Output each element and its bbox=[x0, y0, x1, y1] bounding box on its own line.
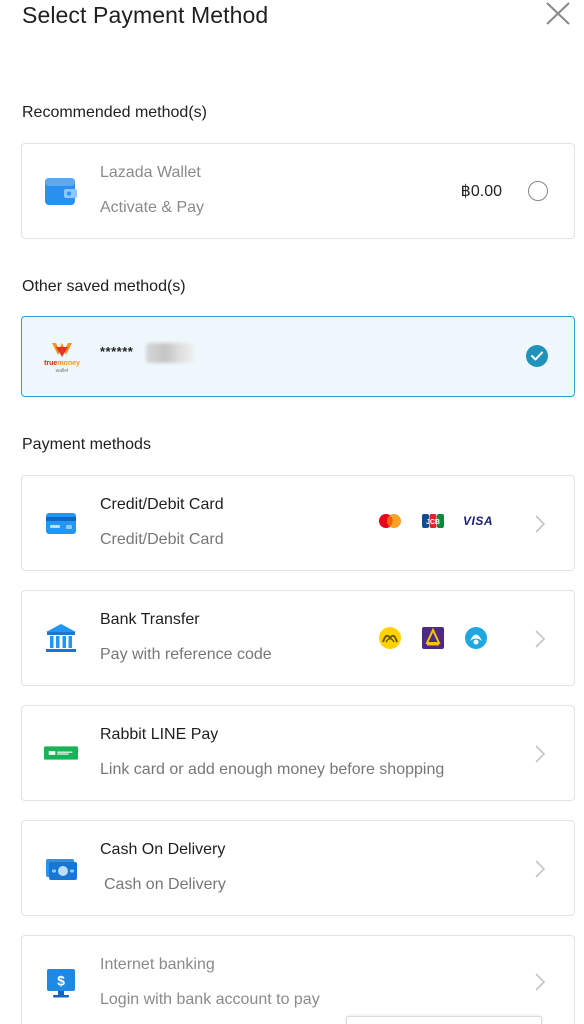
mastercard-logo bbox=[379, 514, 401, 528]
lazada-wallet-name: Lazada Wallet bbox=[100, 164, 201, 181]
chevron-right-icon bbox=[535, 515, 546, 533]
svg-text:$: $ bbox=[57, 973, 65, 989]
internet-banking-option[interactable]: $ Internet banking Login with bank accou… bbox=[21, 935, 575, 1024]
close-button[interactable] bbox=[542, 0, 574, 28]
blurred-account-digits bbox=[146, 343, 194, 363]
cash-on-delivery-option[interactable]: Cash On Delivery Cash on Delivery bbox=[21, 820, 575, 916]
visa-logo: VISA bbox=[463, 514, 494, 528]
page-title: Select Payment Method bbox=[22, 2, 269, 28]
masked-account-number: ****** bbox=[100, 344, 134, 359]
credit-card-name: Credit/Debit Card bbox=[100, 496, 224, 513]
kasikorn-logo bbox=[465, 627, 487, 649]
cash-icon bbox=[44, 851, 78, 885]
wallet-radio[interactable] bbox=[528, 181, 548, 201]
selected-check-icon[interactable] bbox=[526, 345, 548, 367]
rabbit-line-pay-option[interactable]: Rabbit LINE Pay Link card or add enough … bbox=[21, 705, 575, 801]
bank-logos bbox=[377, 626, 489, 650]
truemoney-saved-option[interactable]: truemoney wallet ****** bbox=[21, 316, 575, 397]
scb-logo bbox=[422, 627, 444, 649]
credit-debit-card-option[interactable]: Credit/Debit Card Credit/Debit Card JCB … bbox=[21, 475, 575, 571]
bank-transfer-option[interactable]: Bank Transfer Pay with reference code bbox=[21, 590, 575, 686]
lazada-wallet-option[interactable]: Lazada Wallet Activate & Pay ฿0.00 bbox=[21, 143, 575, 239]
card-brand-logos: JCB VISA bbox=[377, 513, 493, 529]
rabbit-line-pay-icon bbox=[44, 736, 78, 770]
internet-banking-subtitle: Login with bank account to pay bbox=[100, 991, 320, 1008]
cash-on-delivery-name: Cash On Delivery bbox=[100, 841, 226, 858]
bank-transfer-name: Bank Transfer bbox=[100, 611, 200, 628]
internet-banking-name: Internet banking bbox=[100, 956, 215, 973]
chevron-right-icon bbox=[535, 745, 546, 763]
cash-on-delivery-subtitle: Cash on Delivery bbox=[104, 876, 226, 893]
wallet-balance: ฿0.00 bbox=[460, 183, 502, 200]
chevron-right-icon bbox=[535, 860, 546, 878]
rabbit-line-pay-name: Rabbit LINE Pay bbox=[100, 726, 219, 743]
lazada-wallet-subtitle: Activate & Pay bbox=[100, 199, 205, 216]
internet-banking-icon: $ bbox=[44, 966, 78, 1000]
jcb-logo: JCB bbox=[422, 514, 444, 528]
bottom-overlay-panel bbox=[346, 1016, 542, 1024]
svg-text:wallet: wallet bbox=[56, 368, 69, 374]
chevron-right-icon bbox=[535, 630, 546, 648]
krungsri-logo bbox=[379, 627, 401, 649]
section-recommended: Recommended method(s) bbox=[22, 104, 207, 121]
credit-card-icon bbox=[44, 506, 78, 540]
bank-icon bbox=[44, 621, 78, 655]
bank-transfer-subtitle: Pay with reference code bbox=[100, 646, 272, 663]
section-other-saved: Other saved method(s) bbox=[22, 278, 186, 295]
header: Select Payment Method bbox=[0, 0, 584, 40]
credit-card-subtitle: Credit/Debit Card bbox=[100, 531, 224, 548]
truemoney-wallet-logo: truemoney wallet bbox=[40, 339, 84, 375]
chevron-right-icon bbox=[535, 973, 546, 991]
close-icon bbox=[546, 2, 570, 25]
rabbit-line-pay-subtitle: Link card or add enough money before sho… bbox=[100, 761, 445, 778]
svg-text:truemoney: truemoney bbox=[44, 360, 80, 367]
wallet-icon bbox=[44, 174, 78, 208]
svg-text:JCB: JCB bbox=[426, 519, 440, 526]
section-payment-methods: Payment methods bbox=[22, 436, 151, 453]
